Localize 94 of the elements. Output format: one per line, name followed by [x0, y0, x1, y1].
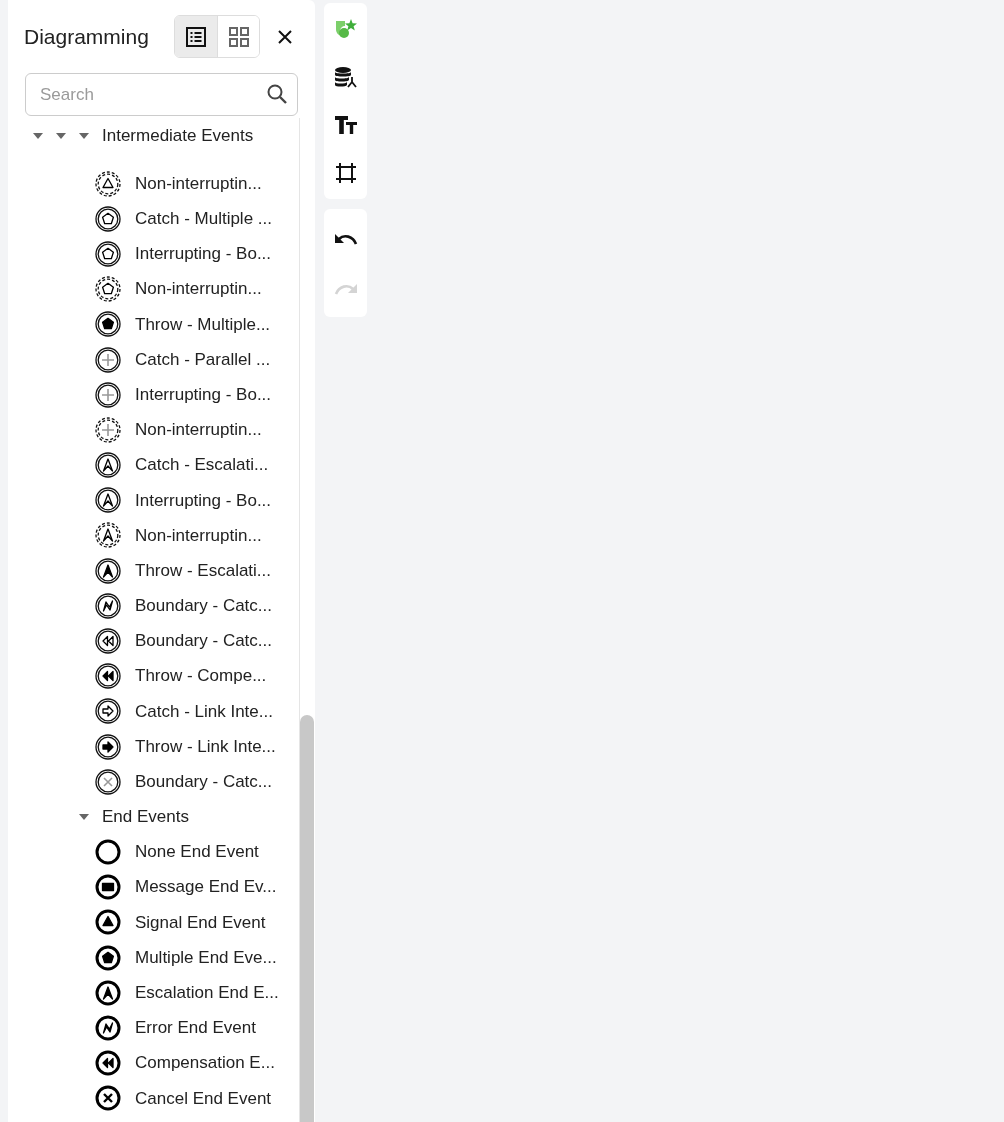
circle-arrow-icon: [95, 733, 121, 760]
shape-item[interactable]: Interrupting - Bo...: [25, 482, 299, 518]
circle-icon: [95, 838, 121, 865]
shape-label: Boundary - Catc...: [135, 630, 272, 653]
shape-label: Cancel End Event: [135, 1087, 272, 1110]
circle-chevron-icon: [95, 979, 121, 1006]
caret-icon[interactable]: [32, 132, 43, 139]
shape-label: Catch - Escalati...: [135, 454, 269, 477]
shape-label: Non-interruptin...: [135, 172, 262, 195]
circle-cross-icon: [95, 768, 121, 795]
circle-zigzag-icon: [95, 1014, 121, 1041]
caret-icon[interactable]: [78, 132, 89, 139]
shape-label: Catch - Multiple ...: [135, 208, 272, 231]
shape-item[interactable]: Catch - Parallel ...: [25, 341, 299, 378]
circle-plus-icon: [95, 381, 121, 408]
group-label[interactable]: End Events: [102, 804, 189, 830]
text-size-icon: [333, 114, 358, 136]
shape-label: Message End Ev...: [135, 876, 277, 899]
dashed-circle-pentagon-icon: [95, 276, 121, 303]
circle-rewind-icon: [95, 663, 121, 690]
shape-label: Signal End Event: [135, 911, 266, 934]
shape-item[interactable]: Boundary - Catc...: [25, 764, 299, 800]
circle-arrow-icon: [95, 698, 121, 725]
shape-item[interactable]: Boundary - Catc...: [25, 588, 299, 624]
circle-rewind-icon: [95, 628, 121, 655]
shape-item[interactable]: Boundary - Catc...: [25, 623, 299, 659]
shape-item[interactable]: None End Event: [25, 834, 299, 870]
shape-label: Throw - Compe...: [135, 665, 267, 688]
shape-item[interactable]: Interrupting - Bo...: [25, 377, 299, 413]
circle-pentagon-icon: [95, 240, 121, 267]
list-view-button[interactable]: [175, 16, 217, 57]
shape-label: Non-interruptin...: [135, 278, 262, 301]
dashed-circle-chevron-icon: [95, 522, 121, 549]
shape-label: None End Event: [135, 841, 259, 864]
shape-item[interactable]: Non-interruptin...: [25, 412, 299, 448]
shape-label: Boundary - Catc...: [135, 771, 272, 794]
shape-item[interactable]: Cancel End Event: [25, 1080, 299, 1116]
search-icon: [266, 83, 288, 105]
dashed-circle-plus-icon: [95, 416, 121, 443]
circle-chevron-icon: [95, 487, 121, 514]
dashed-circle-triangle-icon: [95, 170, 121, 197]
database-icon: [333, 65, 358, 89]
shape-item[interactable]: Interrupting - Bo...: [25, 236, 299, 272]
shape-item[interactable]: Throw - Escalati...: [25, 553, 299, 589]
circle-pentagon-icon: [95, 205, 121, 232]
shape-item[interactable]: Non-interruptin...: [25, 517, 299, 554]
circle-rewind-icon: [95, 1050, 121, 1077]
circle-chevron-icon: [95, 557, 121, 584]
shape-label: Throw - Multiple...: [135, 313, 271, 336]
scrollbar[interactable]: [300, 715, 314, 1122]
shape-item[interactable]: Catch - Link Inte...: [25, 693, 299, 729]
shape-label: Throw - Link Inte...: [135, 735, 276, 758]
shape-label: Escalation End E...: [135, 981, 279, 1004]
shape-label: Interrupting - Bo...: [135, 243, 272, 266]
shape-item[interactable]: Throw - Link Inte...: [25, 729, 299, 765]
caret-icon[interactable]: [78, 813, 89, 820]
grid-view-button[interactable]: [217, 16, 259, 57]
shape-item[interactable]: Throw - Multiple...: [25, 306, 299, 342]
frame-icon: [334, 162, 357, 184]
undo-icon: [333, 231, 358, 245]
shape-item[interactable]: Catch - Escalati...: [25, 447, 299, 483]
search-field[interactable]: Search: [25, 73, 298, 116]
shape-label: Interrupting - Bo...: [135, 489, 272, 512]
grid-view-icon: [227, 25, 250, 48]
shape-label: Non-interruptin...: [135, 524, 262, 547]
caret-icon[interactable]: [55, 132, 66, 139]
shape-label: Boundary - Catc...: [135, 595, 272, 618]
group-label[interactable]: Intermediate Events: [102, 122, 254, 149]
shape-item[interactable]: Compensation E...: [25, 1045, 299, 1081]
shape-item[interactable]: Message End Ev...: [25, 869, 299, 905]
shape-item[interactable]: Catch - Multiple ...: [25, 201, 299, 237]
shape-label: Interrupting - Bo...: [135, 383, 272, 406]
shape-label: Error End Event: [135, 1017, 256, 1040]
circle-chevron-icon: [95, 452, 121, 479]
shape-item[interactable]: Non-interruptin...: [25, 271, 299, 307]
circle-zigzag-icon: [95, 592, 121, 619]
list-view-icon: [185, 25, 207, 48]
shape-label: Compensation E...: [135, 1052, 275, 1075]
shape-label: Non-interruptin...: [135, 419, 262, 442]
circle-pentagon-icon: [95, 311, 121, 338]
shape-item[interactable]: Multiple End Eve...: [25, 939, 299, 976]
shape-item[interactable]: Non-interruptin...: [25, 166, 299, 202]
circle-cross-icon: [95, 1085, 121, 1112]
shape-label: Multiple End Eve...: [135, 946, 277, 969]
shape-label: Catch - Link Inte...: [135, 700, 273, 723]
shape-item[interactable]: Throw - Compe...: [25, 658, 299, 694]
panel-title: Diagramming: [24, 23, 150, 50]
shape-item[interactable]: Error End Event: [25, 1010, 299, 1046]
shape-item[interactable]: Escalation End E...: [25, 975, 299, 1011]
circle-plus-icon: [95, 346, 121, 373]
shape-item[interactable]: Signal End Event: [25, 904, 299, 940]
shape-label: Catch - Parallel ...: [135, 348, 271, 371]
shapes-icon: [333, 17, 358, 41]
shape-label: Throw - Escalati...: [135, 559, 272, 582]
